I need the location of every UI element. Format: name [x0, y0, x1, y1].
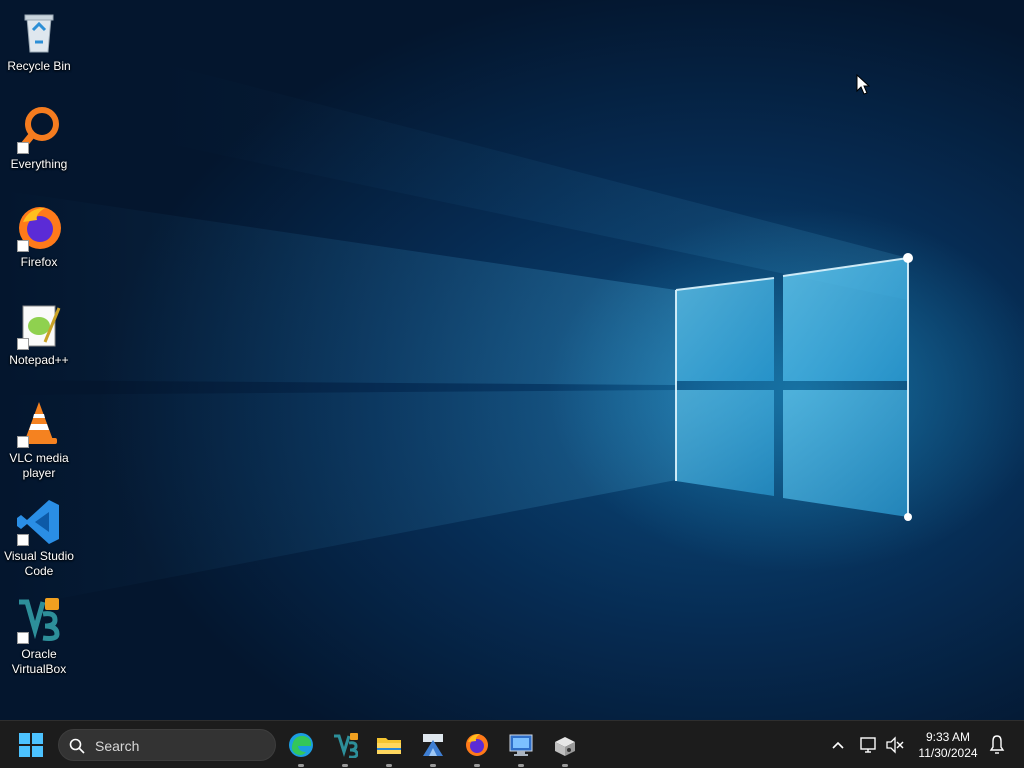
shortcut-arrow-icon [17, 436, 29, 448]
remote-desktop-icon [509, 734, 533, 756]
running-indicator [386, 764, 392, 767]
notifications-button[interactable] [986, 721, 1008, 769]
firefox-icon [466, 734, 488, 756]
vscode-icon [15, 498, 63, 546]
desktop-icon-firefox[interactable]: Firefox [0, 204, 78, 270]
vlc-icon [15, 400, 63, 448]
taskbar-app-file-explorer[interactable] [373, 729, 405, 767]
bell-icon [989, 735, 1005, 754]
icon-label: VLC media player [9, 451, 69, 480]
taskbar-search-box[interactable]: Search [58, 729, 276, 761]
taskbar-clock[interactable]: 9:33 AM 11/30/2024 [912, 729, 984, 761]
running-indicator [518, 764, 524, 767]
taskbar-app-media[interactable] [549, 729, 581, 767]
running-indicator [342, 764, 348, 767]
everything-icon [15, 106, 63, 154]
icon-label: Recycle Bin [7, 59, 71, 73]
virtualbox-icon [15, 596, 63, 644]
volume-muted-icon [886, 736, 904, 754]
desktop: Recycle Bin Everything Firefox Notepad++… [0, 0, 1024, 720]
windows-logo-icon [19, 733, 43, 757]
icon-label: Notepad++ [9, 353, 69, 367]
running-indicator [474, 764, 480, 767]
app-icon [423, 734, 443, 756]
desktop-icon-everything[interactable]: Everything [0, 106, 78, 172]
desktop-icon-virtualbox[interactable]: Oracle VirtualBox [0, 596, 78, 677]
shortcut-arrow-icon [17, 632, 29, 644]
mouse-cursor-icon [856, 74, 870, 95]
media-app-icon [555, 737, 575, 756]
desktop-icon-notepadpp[interactable]: Notepad++ [0, 302, 78, 368]
clock-time: 9:33 AM [925, 730, 971, 744]
show-hidden-icons-button[interactable] [828, 721, 848, 769]
desktop-icon-vlc[interactable]: VLC media player [0, 400, 78, 481]
search-placeholder: Search [95, 738, 140, 754]
notepadpp-icon [15, 302, 63, 350]
edge-icon [289, 733, 313, 757]
running-indicator [430, 764, 436, 767]
shortcut-arrow-icon [17, 338, 29, 350]
tray-network-button[interactable] [858, 721, 880, 769]
icon-label: Everything [10, 157, 68, 171]
running-indicator [298, 764, 304, 767]
taskbar: Search 9:33 AM 11/30/2024 [0, 720, 1024, 768]
firefox-icon [15, 204, 63, 252]
virtualbox-icon [334, 733, 358, 758]
clock-date: 11/30/2024 [918, 746, 978, 760]
file-explorer-icon [377, 738, 401, 754]
network-icon [860, 737, 876, 753]
search-icon [69, 738, 85, 754]
shortcut-arrow-icon [17, 240, 29, 252]
taskbar-app-firefox[interactable] [461, 729, 493, 767]
running-indicator [562, 764, 568, 767]
start-button[interactable] [19, 733, 43, 757]
icon-label: Visual Studio Code [4, 549, 74, 578]
windows-wallpaper [0, 60, 913, 610]
icon-label: Oracle VirtualBox [11, 647, 67, 676]
chevron-up-icon [832, 741, 844, 749]
shortcut-arrow-icon [17, 142, 29, 154]
taskbar-app-generic[interactable] [417, 729, 449, 767]
tray-volume-button[interactable] [884, 721, 906, 769]
shortcut-arrow-icon [17, 534, 29, 546]
recycle-bin-icon [15, 8, 63, 56]
desktop-icon-recycle-bin[interactable]: Recycle Bin [0, 8, 78, 74]
taskbar-app-edge[interactable] [285, 729, 317, 767]
icon-label: Firefox [20, 255, 58, 269]
taskbar-app-virtualbox[interactable] [329, 729, 361, 767]
taskbar-app-remote-desktop[interactable] [505, 729, 537, 767]
desktop-icon-vscode[interactable]: Visual Studio Code [0, 498, 78, 579]
